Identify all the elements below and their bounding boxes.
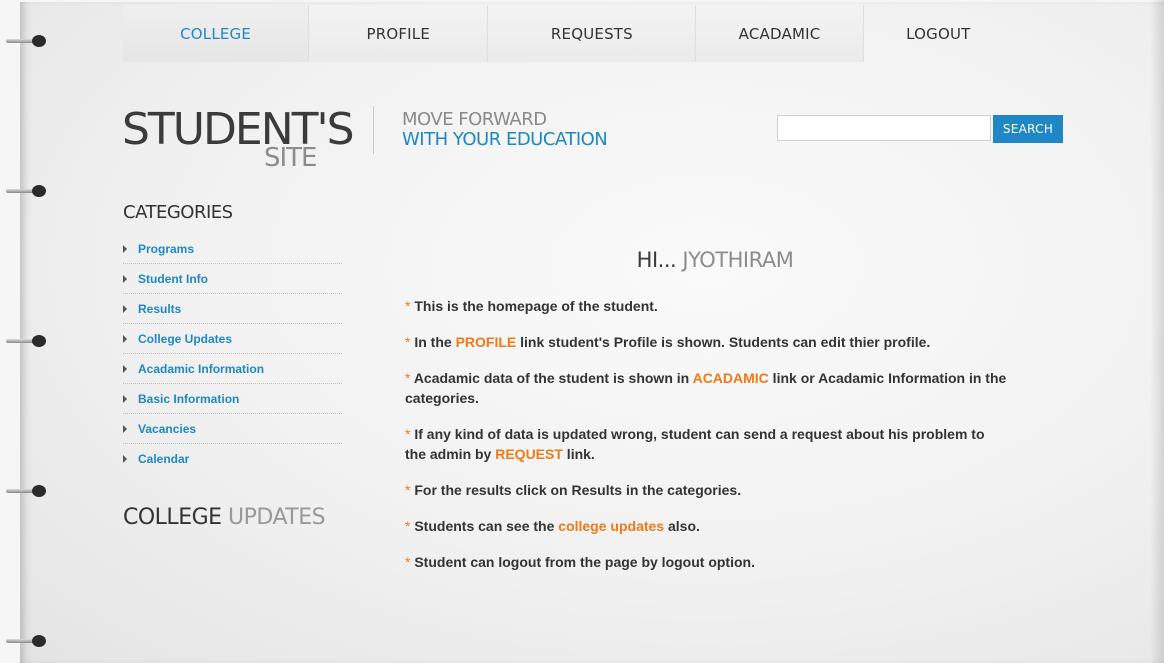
info-line-continued: the admin by REQUEST link.	[405, 444, 1045, 464]
arrow-right-icon	[123, 365, 127, 373]
site-logo-subtitle: SITE	[264, 143, 317, 173]
info-text: Acadamic data of the student is shown in	[410, 370, 693, 386]
site-logo-title: STUDENT'S	[122, 104, 355, 155]
acadamic-link[interactable]: ACADAMIC	[693, 370, 769, 386]
binder-ring-icon	[6, 334, 50, 348]
arrow-right-icon	[123, 335, 127, 343]
list-item: Vacancies	[123, 414, 342, 444]
nav-requests[interactable]: REQUESTS	[488, 5, 697, 62]
info-line: * For the results click on Results in th…	[405, 480, 1045, 500]
info-text: categories.	[405, 390, 479, 406]
category-link-calendar[interactable]: Calendar	[138, 452, 189, 466]
info-text: link or Acadamic Information in the	[768, 370, 1007, 386]
categories-heading: CATEGORIES	[123, 202, 233, 223]
nav-profile[interactable]: PROFILE	[309, 5, 489, 62]
arrow-right-icon	[123, 455, 127, 463]
nav-logout[interactable]: LOGOUT	[864, 5, 1013, 62]
info-text: This is the homepage of the student.	[410, 298, 658, 314]
college-updates-heading-light: UPDATES	[228, 505, 326, 530]
nav-acadamic[interactable]: ACADAMIC	[696, 5, 864, 62]
binder-ring-icon	[6, 184, 50, 198]
category-link-student-info[interactable]: Student Info	[138, 272, 208, 286]
category-link-vacancies[interactable]: Vacancies	[138, 422, 196, 436]
info-text: also.	[664, 518, 700, 534]
list-item: Calendar	[123, 444, 342, 474]
info-text: the admin by	[405, 446, 496, 462]
college-updates-heading-dark: COLLEGE	[123, 505, 222, 530]
college-updates-heading: COLLEGE UPDATES	[123, 505, 326, 530]
info-text: In the	[410, 334, 456, 350]
category-link-acadamic-information[interactable]: Acadamic Information	[138, 362, 264, 376]
category-link-college-updates[interactable]: College Updates	[138, 332, 232, 346]
categories-list: Programs Student Info Results College Up…	[123, 234, 342, 474]
greeting-prefix: HI...	[636, 248, 677, 272]
search-input[interactable]	[777, 115, 991, 141]
page-edge-shadow	[1150, 0, 1164, 663]
info-text: Student can logout from the page by logo…	[410, 554, 755, 570]
list-item: Student Info	[123, 264, 342, 294]
tagline-line1: MOVE FORWARD	[402, 109, 547, 130]
info-text: link student's Profile is shown. Student…	[516, 334, 931, 350]
info-line: * Acadamic data of the student is shown …	[405, 368, 1045, 388]
arrow-right-icon	[123, 395, 127, 403]
info-text: link.	[562, 446, 595, 462]
arrow-right-icon	[123, 275, 127, 283]
logo-divider	[373, 106, 374, 154]
arrow-right-icon	[123, 305, 127, 313]
info-text: For the results click on Results in the …	[410, 482, 742, 498]
info-text: Students can see the	[410, 518, 559, 534]
greeting-username: JYOTHIRAM	[682, 248, 794, 272]
info-line: * If any kind of data is updated wrong, …	[405, 424, 1045, 444]
category-link-basic-information[interactable]: Basic Information	[138, 392, 239, 406]
greeting: HI... JYOTHIRAM	[405, 248, 1025, 272]
info-line: * Student can logout from the page by lo…	[405, 552, 1045, 572]
list-item: Basic Information	[123, 384, 342, 414]
info-line: * In the PROFILE link student's Profile …	[405, 332, 1045, 352]
tagline-line2: WITH YOUR EDUCATION	[402, 129, 608, 150]
info-line: * Students can see the college updates a…	[405, 516, 1045, 536]
category-link-programs[interactable]: Programs	[138, 242, 194, 256]
category-link-results[interactable]: Results	[138, 302, 181, 316]
list-item: Acadamic Information	[123, 354, 342, 384]
list-item: Programs	[123, 234, 342, 264]
profile-link[interactable]: PROFILE	[456, 334, 517, 350]
binder-ring-icon	[6, 484, 50, 498]
list-item: College Updates	[123, 324, 342, 354]
top-nav: COLLEGE PROFILE REQUESTS ACADAMIC LOGOUT	[123, 5, 1013, 62]
info-text: If any kind of data is updated wrong, st…	[410, 426, 985, 442]
request-link[interactable]: REQUEST	[495, 446, 563, 462]
arrow-right-icon	[123, 425, 127, 433]
list-item: Results	[123, 294, 342, 324]
arrow-right-icon	[123, 245, 127, 253]
binder-ring-icon	[6, 34, 50, 48]
info-line: * This is the homepage of the student.	[405, 296, 1045, 316]
binder-ring-icon	[6, 634, 50, 648]
search-button[interactable]: SEARCH	[993, 115, 1063, 143]
college-updates-link[interactable]: college updates	[558, 518, 664, 534]
info-line-continued: categories.	[405, 388, 1045, 408]
nav-college[interactable]: COLLEGE	[123, 5, 310, 62]
